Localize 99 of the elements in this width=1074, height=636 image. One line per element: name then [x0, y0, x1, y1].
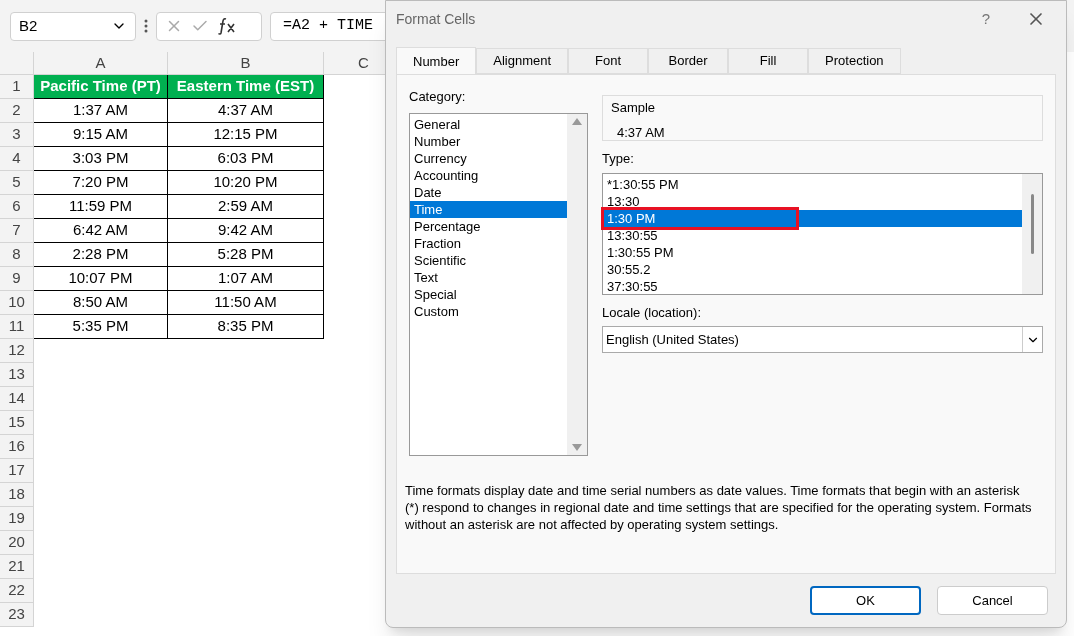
tab[interactable]: Border	[648, 48, 729, 74]
row-header[interactable]: 10	[0, 291, 34, 315]
type-label-text: 13:30	[607, 192, 641, 210]
type-label-text: *1:30:55 PM	[607, 175, 680, 193]
row-header[interactable]: 5	[0, 171, 34, 195]
category-item[interactable]: Accounting	[410, 166, 567, 184]
row-header[interactable]: 17	[0, 459, 34, 483]
row-header[interactable]: 13	[0, 363, 34, 387]
description-text: Time formats display date and time serial numbers as date values. Time formats that begin with an asterisk (*) respond to changes in regional date and time settings that are specified for the operating system. Formats without an asterisk are not affected by operating system settings.	[405, 481, 1033, 533]
type-item[interactable]: 30:55.2	[603, 260, 1022, 278]
sample-value: 4:37 AM	[616, 123, 666, 142]
category-item[interactable]: General	[410, 115, 567, 133]
name-box[interactable]: B2	[10, 11, 136, 41]
row-header[interactable]: 19	[0, 507, 34, 531]
table-cell: 9:15 AM	[34, 123, 168, 147]
type-item[interactable]: 1:30 PM	[603, 209, 1022, 227]
table-cell: 6:42 AM	[34, 219, 168, 243]
table-cell: 12:15 PM	[168, 123, 324, 147]
header-cell: Eastern Time (EST)	[168, 75, 324, 99]
type-item[interactable]: 37:30:55	[603, 277, 1022, 295]
category-label: Category:	[409, 88, 467, 106]
type-list[interactable]: *1:30:55 PM 13:30 1:30 PM 13:30:55 1:30:55 PM 30:55.2 37:30:55	[602, 172, 1043, 295]
category-item[interactable]: Time	[410, 200, 567, 218]
row-header[interactable]: 3	[0, 123, 34, 147]
sample-label: Sample	[611, 99, 657, 117]
row-header[interactable]: 22	[0, 579, 34, 603]
locale-label: Locale (location):	[602, 303, 702, 322]
row-header[interactable]: 9	[0, 267, 34, 291]
table-cell: 1:37 AM	[34, 99, 168, 123]
table-cell: 10:20 PM	[168, 171, 324, 195]
row-header[interactable]: 11	[0, 315, 34, 339]
category-item[interactable]: Fraction	[410, 234, 567, 252]
row-header[interactable]: 6	[0, 195, 34, 219]
type-label-text: 37:30:55	[607, 277, 659, 295]
table-cell: 5:35 PM	[34, 315, 168, 339]
category-item[interactable]: Currency	[410, 149, 567, 167]
row-header[interactable]: 21	[0, 555, 34, 579]
row-header[interactable]: 20	[0, 531, 34, 555]
row-header[interactable]: 16	[0, 435, 34, 459]
row-header[interactable]: 14	[0, 387, 34, 411]
scroll-up-icon[interactable]	[572, 117, 582, 125]
type-label-text: 13:30:55	[607, 226, 659, 244]
tab[interactable]: Protection	[808, 48, 901, 74]
function-icon[interactable]	[217, 17, 237, 35]
select-all-corner[interactable]	[0, 52, 34, 75]
table-cell: 1:07 AM	[168, 267, 324, 291]
column-header[interactable]: A	[34, 52, 168, 75]
tab[interactable]: Number	[396, 47, 477, 75]
table-cell: 6:03 PM	[168, 147, 324, 171]
locale-dropdown[interactable]: English (United States)	[602, 326, 1043, 353]
ok-button[interactable]: OK	[810, 586, 921, 615]
type-label-text: 1:30:55 PM	[607, 243, 675, 261]
row-header[interactable]: 1	[0, 75, 34, 99]
help-button[interactable]: ?	[981, 7, 990, 31]
category-item[interactable]: Special	[410, 285, 567, 303]
category-item[interactable]: Number	[410, 132, 567, 150]
type-item[interactable]: *1:30:55 PM	[603, 175, 1022, 193]
table-cell: 2:59 AM	[168, 195, 324, 219]
table-cell: 4:37 AM	[168, 99, 324, 123]
category-item[interactable]: Date	[410, 183, 567, 201]
tab[interactable]: Alignment	[476, 48, 569, 74]
table-cell: 8:50 AM	[34, 291, 168, 315]
type-item[interactable]: 1:30:55 PM	[603, 243, 1022, 261]
table-cell: 3:03 PM	[34, 147, 168, 171]
table-cell: 11:59 PM	[34, 195, 168, 219]
type-label: Type:	[602, 150, 635, 168]
category-item[interactable]: Text	[410, 268, 567, 286]
row-header[interactable]: 4	[0, 147, 34, 171]
row-header[interactable]: 18	[0, 483, 34, 507]
highlighted-type-label: 1:30 PM	[604, 209, 796, 227]
category-list[interactable]: General Number Currency Accounting Date Time Percentage Fraction Scientific Text Special Custom	[409, 112, 588, 456]
type-item[interactable]: 13:30	[603, 192, 1022, 210]
dialog-title: Format Cells	[396, 9, 476, 29]
cancel-button[interactable]: Cancel	[937, 586, 1048, 615]
tab[interactable]: Fill	[728, 48, 809, 74]
table-cell: 2:28 PM	[34, 243, 168, 267]
more-icon[interactable]	[144, 19, 148, 33]
category-item[interactable]: Custom	[410, 302, 567, 320]
table-cell: 9:42 AM	[168, 219, 324, 243]
scroll-down-icon[interactable]	[572, 443, 582, 451]
tab[interactable]: Font	[568, 48, 649, 74]
column-header[interactable]: B	[168, 52, 324, 75]
category-item[interactable]: Scientific	[410, 251, 567, 269]
row-header[interactable]: 2	[0, 99, 34, 123]
row-header[interactable]: 12	[0, 339, 34, 363]
row-header[interactable]: 8	[0, 243, 34, 267]
table-cell: 10:07 PM	[34, 267, 168, 291]
row-header[interactable]: 15	[0, 411, 34, 435]
row-header[interactable]: 23	[0, 603, 34, 627]
table-cell: 7:20 PM	[34, 171, 168, 195]
scroll-thumb[interactable]	[1030, 193, 1034, 254]
table-cell: 5:28 PM	[168, 243, 324, 267]
category-item[interactable]: Percentage	[410, 217, 567, 235]
header-cell: Pacific Time (PT)	[34, 75, 168, 99]
row-header[interactable]: 7	[0, 219, 34, 243]
table-cell: 8:35 PM	[168, 315, 324, 339]
type-item[interactable]: 13:30:55	[603, 226, 1022, 244]
table-cell: 11:50 AM	[168, 291, 324, 315]
type-label-text: 30:55.2	[607, 260, 652, 278]
